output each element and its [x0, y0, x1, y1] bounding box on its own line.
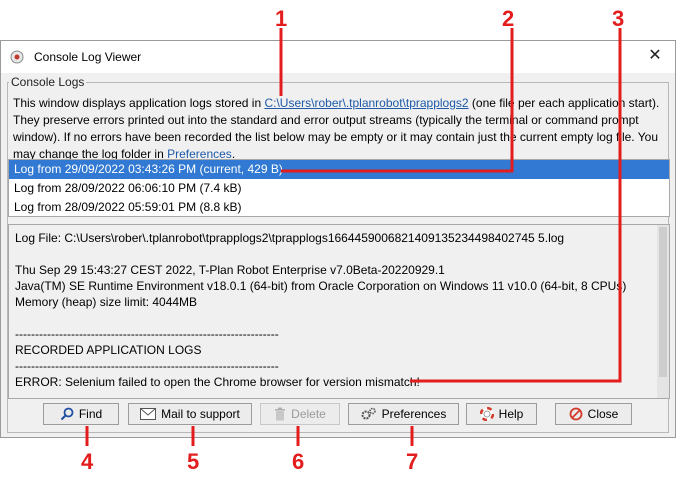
annotation-number: 1: [275, 6, 288, 31]
annotation-number: 5: [187, 449, 200, 474]
vertical-scrollbar[interactable]: [657, 225, 669, 398]
log-line: Memory (heap) size limit: 4044MB: [15, 295, 198, 309]
trash-icon: [275, 407, 286, 421]
console-log-viewer-window: Console Log Viewer ✕ Console Logs This w…: [0, 40, 676, 438]
log-line: Java(TM) SE Runtime Environment v18.0.1 …: [15, 279, 627, 293]
list-item[interactable]: Log from 29/09/2022 03:43:26 PM (current…: [9, 160, 669, 179]
preferences-button[interactable]: Preferences: [348, 403, 459, 425]
annotation-number: 4: [81, 449, 94, 474]
delete-button[interactable]: Delete: [260, 403, 340, 425]
annotation-number: 3: [612, 6, 625, 31]
close-button[interactable]: Close: [555, 403, 632, 425]
close-icon[interactable]: ✕: [643, 45, 667, 67]
find-button[interactable]: Find: [43, 403, 119, 425]
window-title: Console Log Viewer: [34, 50, 142, 64]
log-content-area[interactable]: Log File: C:\Users\rober\.tplanrobot\tpr…: [8, 224, 670, 399]
log-line: ----------------------------------------…: [15, 359, 279, 373]
log-line: ----------------------------------------…: [15, 327, 279, 341]
description-text: This window displays application logs st…: [13, 96, 660, 161]
log-folder-link[interactable]: C:\Users\rober\.tplanrobot\tprapplogs2: [264, 96, 468, 110]
lifebuoy-icon: [479, 407, 494, 421]
envelope-icon: [140, 408, 157, 420]
annotation-number: 2: [502, 6, 515, 31]
log-line: Log File: C:\Users\rober\.tplanrobot\tpr…: [15, 231, 565, 245]
magnifier-icon: [60, 407, 74, 421]
mail-to-support-button[interactable]: Mail to support: [128, 403, 252, 425]
app-icon: [10, 50, 24, 64]
log-line: Thu Sep 29 15:43:27 CEST 2022, T-Plan Ro…: [15, 263, 445, 277]
annotation-number: 6: [292, 449, 305, 474]
log-line: ERROR: Selenium failed to open the Chrom…: [15, 375, 420, 389]
group-legend: Console Logs: [11, 75, 85, 89]
list-item[interactable]: Log from 28/09/2022 06:06:10 PM (7.4 kB): [9, 179, 669, 198]
log-list[interactable]: Log from 29/09/2022 03:43:26 PM (current…: [8, 159, 670, 217]
log-line: RECORDED APPLICATION LOGS: [15, 343, 202, 357]
title-bar: Console Log Viewer ✕: [1, 41, 675, 73]
help-button[interactable]: Help: [466, 403, 537, 425]
gears-icon: [361, 407, 376, 420]
split-pane-divider[interactable]: [8, 217, 670, 226]
no-entry-icon: [569, 407, 583, 421]
annotation-number: 7: [406, 449, 419, 474]
list-item[interactable]: Log from 28/09/2022 05:59:01 PM (8.8 kB): [9, 198, 669, 217]
